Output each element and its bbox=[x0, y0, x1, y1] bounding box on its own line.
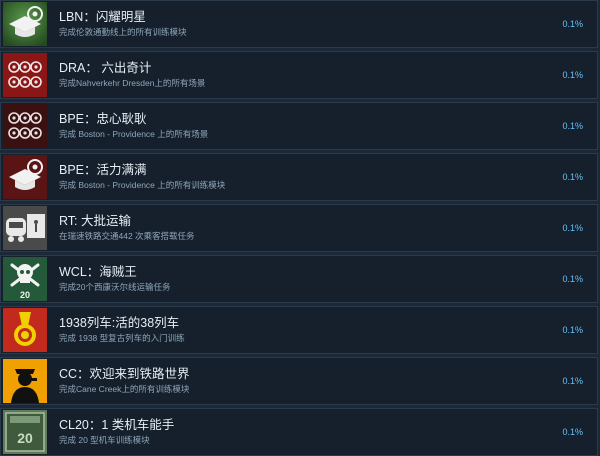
targets-grid-icon bbox=[3, 53, 47, 97]
conductor-silhouette-icon bbox=[3, 359, 47, 403]
achievement-title: CL20：1 类机车能手 bbox=[59, 418, 175, 432]
achievement-row[interactable]: DRA： 六出奇计 完成Nahverkehr Dresden上的所有场景 0.1… bbox=[0, 51, 598, 99]
achievement-title: BPE：忠心耿耿 bbox=[59, 112, 147, 126]
achievement-description: 完成 Boston - Providence 上的所有场景 bbox=[59, 129, 209, 139]
achievement-row[interactable]: RT: 大批运输 在瑞速铁路交通442 次乘客搭载任务 0.1% bbox=[0, 204, 598, 252]
achievement-title: CC：欢迎来到铁路世界 bbox=[59, 367, 190, 381]
achievement-description: 完成Cane Creek上的所有训练模块 bbox=[59, 384, 190, 394]
unlock-percentage: 0.1% bbox=[562, 70, 583, 80]
medal-icon bbox=[3, 308, 47, 352]
unlock-percentage: 0.1% bbox=[562, 274, 583, 284]
skull-crossbones-icon: 20 bbox=[3, 257, 47, 301]
unlock-percentage: 0.1% bbox=[562, 121, 583, 131]
achievement-row[interactable]: CC：欢迎来到铁路世界 完成Cane Creek上的所有训练模块 0.1% bbox=[0, 357, 598, 405]
achievement-row[interactable]: BPE：忠心耿耿 完成 Boston - Providence 上的所有场景 0… bbox=[0, 102, 598, 150]
achievement-description: 完成 Boston - Providence 上的所有训练模块 bbox=[59, 180, 226, 190]
achievement-description: 完成 20 型机车训练模块 bbox=[59, 435, 150, 445]
achievement-description: 完成伦敦通勤线上的所有训练模块 bbox=[59, 27, 187, 37]
unlock-percentage: 0.1% bbox=[562, 325, 583, 335]
achievement-description: 完成20个西康沃尔线运输任务 bbox=[59, 282, 171, 292]
unlock-percentage: 0.1% bbox=[562, 223, 583, 233]
graduation-cap-target-icon bbox=[3, 155, 47, 199]
targets-grid-icon bbox=[3, 104, 47, 148]
achievement-title: RT: 大批运输 bbox=[59, 214, 131, 228]
unlock-percentage: 0.1% bbox=[562, 19, 583, 29]
unlock-percentage: 0.1% bbox=[562, 427, 583, 437]
achievement-row[interactable]: 1938列车:活的38列车 完成 1938 型复古列车的入门训练 0.1% bbox=[0, 306, 598, 354]
achievement-description: 完成 1938 型复古列车的入门训练 bbox=[59, 333, 185, 343]
locomotive-plate-icon: 20 bbox=[3, 410, 47, 454]
unlock-percentage: 0.1% bbox=[562, 376, 583, 386]
achievement-description: 完成Nahverkehr Dresden上的所有场景 bbox=[59, 78, 206, 88]
plate-number-label: 20 bbox=[17, 430, 33, 446]
achievement-title: 1938列车:活的38列车 bbox=[59, 316, 180, 330]
unlock-percentage: 0.1% bbox=[562, 172, 583, 182]
skull-count-label: 20 bbox=[20, 290, 30, 300]
achievement-title: BPE：活力满满 bbox=[59, 163, 147, 177]
achievement-row[interactable]: BPE：活力满满 完成 Boston - Providence 上的所有训练模块… bbox=[0, 153, 598, 201]
train-delivery-icon bbox=[3, 206, 47, 250]
achievement-row[interactable]: LBN：闪耀明星 完成伦敦通勤线上的所有训练模块 0.1% bbox=[0, 0, 598, 48]
achievement-title: WCL：海贼王 bbox=[59, 265, 137, 279]
achievement-title: LBN：闪耀明星 bbox=[59, 10, 146, 24]
achievement-row[interactable]: 20 CL20：1 类机车能手 完成 20 型机车训练模块 0.1% bbox=[0, 408, 598, 456]
achievement-title: DRA： 六出奇计 bbox=[59, 61, 152, 75]
graduation-cap-target-icon bbox=[3, 2, 47, 46]
achievement-description: 在瑞速铁路交通442 次乘客搭载任务 bbox=[59, 231, 195, 241]
achievement-list: LBN：闪耀明星 完成伦敦通勤线上的所有训练模块 0.1% DRA： 六出奇计 … bbox=[0, 0, 600, 456]
achievement-row[interactable]: 20 WCL：海贼王 完成20个西康沃尔线运输任务 0.1% bbox=[0, 255, 598, 303]
